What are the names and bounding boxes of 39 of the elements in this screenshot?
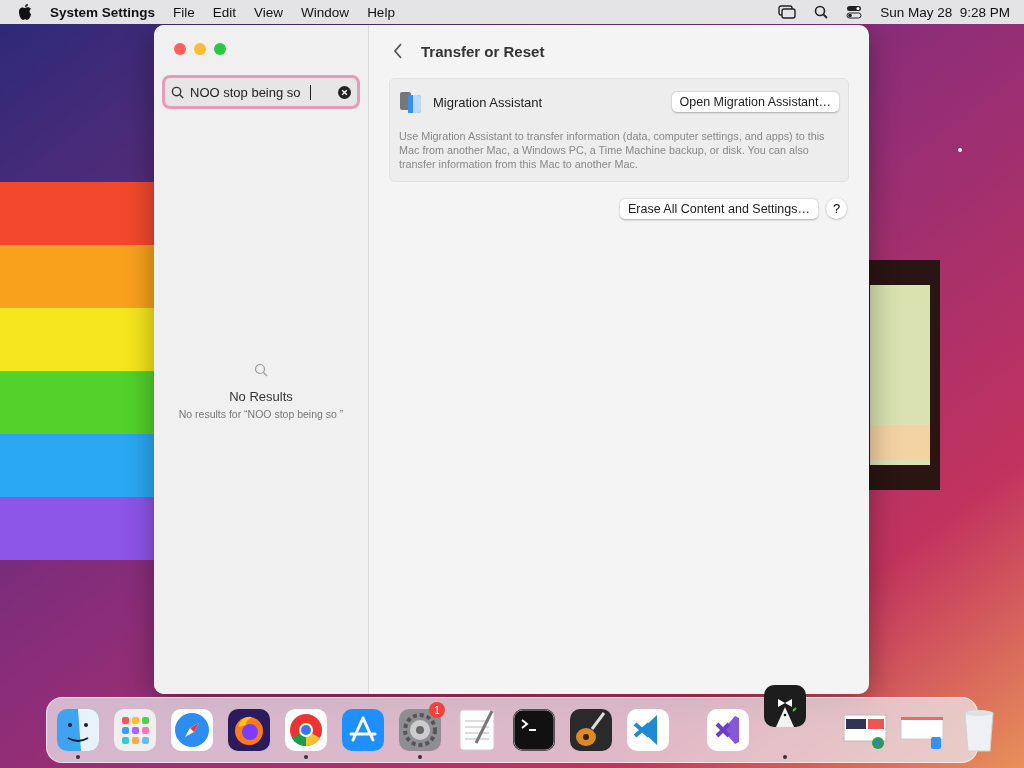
apple-logo-icon[interactable] [18, 4, 32, 20]
migration-description: Use Migration Assistant to transfer information (data, computer settings, and apps) to this Mac from another Mac, a Windows PC, a Time Machine backup, or disk. You can also transfer information from this Mac to another Mac. [399, 129, 826, 171]
menu-item[interactable]: File [173, 4, 195, 20]
menu-item[interactable]: Help [367, 4, 395, 20]
help-button[interactable]: ? [826, 198, 847, 219]
search-icon [254, 363, 268, 377]
search-icon[interactable] [814, 5, 829, 19]
back-icon[interactable] [393, 43, 403, 59]
guitar-icon[interactable] [568, 707, 614, 753]
ide-icon[interactable] [705, 707, 751, 753]
clock[interactable]: Sun May 28 9:28 PM [880, 4, 1010, 20]
chrome-icon[interactable] [283, 707, 329, 753]
code-editor-icon[interactable] [625, 707, 671, 753]
terminal-icon[interactable] [511, 707, 557, 753]
empty-message: No results for “NOO stop being so ” [178, 408, 344, 420]
clear-icon[interactable] [338, 85, 351, 99]
notification-badge: 1 [429, 702, 445, 718]
erase-button[interactable]: Erase All Content and Settings… [619, 198, 818, 219]
gear-icon[interactable] [397, 707, 443, 753]
empty-title: No Results [229, 389, 293, 404]
tuxedo-icon[interactable] [762, 683, 808, 729]
open-migration-button[interactable]: Open Migration Assistant… [671, 92, 839, 112]
control-center-icon[interactable] [846, 5, 863, 19]
launchpad-icon[interactable] [112, 707, 158, 753]
close-button[interactable] [174, 43, 186, 55]
search-icon [171, 85, 184, 99]
app-store-icon[interactable] [340, 707, 386, 753]
windows-icon[interactable] [778, 5, 797, 19]
app-menu[interactable]: System Settings [50, 4, 156, 20]
migration-assistant-label: Migration Assistant [433, 94, 544, 110]
menu-item[interactable]: Edit [212, 4, 237, 20]
menu-item[interactable]: View [254, 4, 284, 20]
fox-globe-icon[interactable] [226, 707, 272, 753]
migration-assistant-icon [399, 89, 423, 115]
pane-title: Transfer or Reset [421, 42, 545, 60]
compass-icon[interactable] [169, 707, 215, 753]
search-field[interactable]: NOO stop being so [162, 75, 360, 109]
menu-item[interactable]: Window [301, 4, 350, 20]
finder-icon[interactable] [55, 707, 101, 753]
